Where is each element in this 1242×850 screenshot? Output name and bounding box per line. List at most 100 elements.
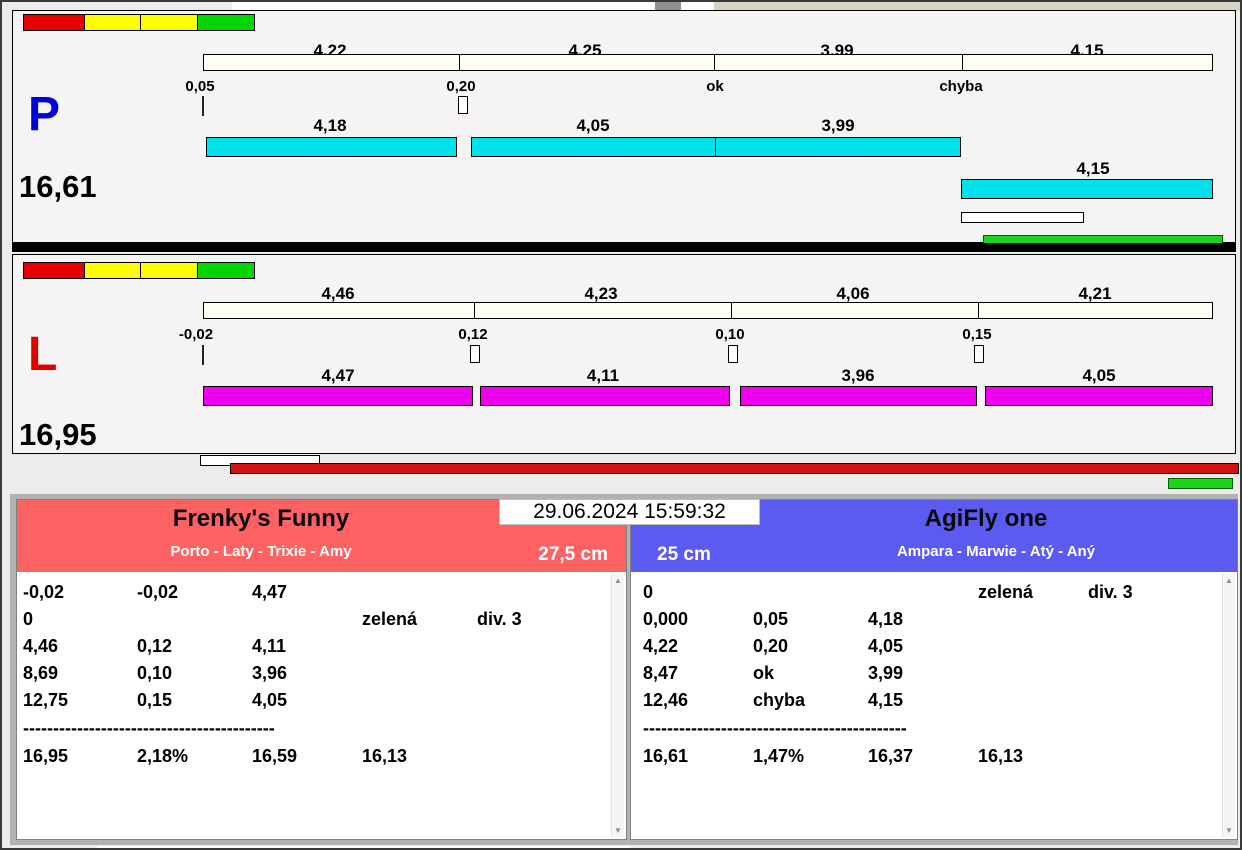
team-panel-left: Frenky's Funny Porto - Laty - Trixie - A…: [16, 499, 627, 840]
status-light-green: [197, 262, 255, 279]
scroll-down-icon[interactable]: ▼: [612, 826, 624, 835]
result-cell: ok: [753, 663, 775, 683]
tick-marker-box: [728, 345, 738, 363]
result-cell: chyba: [753, 690, 806, 710]
tick-marker-box: [458, 96, 468, 114]
run-time-label: 4,05: [576, 116, 610, 135]
run-time-label: 4,05: [1082, 366, 1116, 385]
result-cell: -0,02: [23, 582, 65, 602]
result-cell: 0,05: [753, 609, 789, 629]
summary-cell: 16,37: [868, 746, 914, 766]
status-light-yellow: [140, 14, 198, 31]
result-cell: 4,05: [252, 690, 288, 710]
result-row: 8,69 0,10 3,96: [17, 663, 610, 690]
window-bottom-fragment: [97, 846, 629, 848]
status-light-green: [197, 14, 255, 31]
scroll-up-icon[interactable]: ▲: [612, 576, 624, 585]
run-segment-bar: [480, 386, 730, 406]
separator-dashes: ----------------------------------------…: [23, 718, 275, 738]
team-members: Ampara - Marwie - Atý - Aný: [896, 543, 1096, 560]
split-time-label: 4,23: [584, 284, 618, 303]
scale-divider: [978, 303, 979, 318]
summary-cell: 1,47%: [753, 746, 805, 766]
result-row: 0 zelená div. 3: [17, 609, 610, 636]
result-cell: div. 3: [1088, 582, 1133, 602]
lane-panel-l: 4,46 4,23 4,06 4,21 -0,02 0,12 0,10 0,15…: [12, 254, 1236, 454]
result-row: 8,47 ok 3,99: [631, 663, 1221, 690]
status-light-yellow: [140, 262, 198, 279]
run-segment-bar: [471, 137, 716, 157]
status-light-yellow: [84, 262, 141, 279]
vertical-scrollbar[interactable]: ▲ ▼: [611, 574, 624, 837]
penalty-label: chyba: [939, 78, 983, 95]
tick-marker: [202, 96, 204, 116]
summary-cell: 16,61: [643, 746, 689, 766]
datetime-display: 29.06.2024 15:59:32: [499, 499, 760, 525]
result-row: 12,46 chyba 4,15: [631, 690, 1221, 717]
split-time-label: 4,21: [1078, 284, 1112, 303]
penalty-label: 0,10: [715, 326, 745, 343]
result-row: 4,22 0,20 4,05: [631, 636, 1221, 663]
penalty-label: 0,20: [446, 78, 476, 95]
run-segment-bar: [985, 386, 1213, 406]
result-row: 4,46 0,12 4,11: [17, 636, 610, 663]
vertical-scrollbar[interactable]: ▲ ▼: [1222, 574, 1235, 837]
run-time-label: 4,11: [586, 366, 620, 385]
penalty-label: -0,02: [178, 326, 214, 343]
team-results: 0 zelená div. 3 0,000 0,05 4,18 4,22 0,2…: [631, 572, 1237, 839]
scale-divider: [962, 55, 963, 70]
lane-letter: L: [28, 328, 58, 381]
scale-divider: [474, 303, 475, 318]
result-row: 0,000 0,05 4,18: [631, 609, 1221, 636]
result-cell: zelená: [362, 609, 418, 629]
result-cell: 3,96: [252, 663, 288, 683]
tick-marker: [202, 345, 204, 365]
progress-outline-bar: [961, 212, 1084, 223]
lane-letter: P: [28, 88, 61, 141]
penalty-label: 0,05: [185, 78, 215, 95]
scroll-down-icon[interactable]: ▼: [1223, 826, 1235, 835]
split-time-label: 4,06: [836, 284, 870, 303]
summary-row: 16,95 2,18% 16,59 16,13: [17, 746, 610, 773]
split-scale-bar: [203, 302, 1213, 319]
run-time-label: 4,47: [321, 366, 355, 385]
timing-app-window: 4,22 4,25 3,99 4,15 0,05 0,20 ok chyba P…: [0, 0, 1242, 850]
result-cell: 4,18: [868, 609, 904, 629]
result-cell: 12,75: [23, 690, 69, 710]
panel-divider: [12, 243, 1236, 252]
result-cell: 0,12: [137, 636, 173, 656]
run-segment-bar: [715, 137, 961, 157]
status-light-red: [23, 14, 85, 31]
result-row: 0 zelená div. 3: [631, 582, 1221, 609]
team-panel-right: AgiFly one Ampara - Marwie - Atý - Aný 2…: [630, 499, 1238, 840]
separator-row: ----------------------------------------…: [17, 718, 610, 745]
result-cell: 12,46: [643, 690, 689, 710]
team-results: -0,02 -0,02 4,47 0 zelená div. 3 4,46 0,…: [17, 572, 626, 839]
run-time-label: 4,15: [1076, 159, 1110, 178]
result-cell: 4,05: [868, 636, 904, 656]
result-cell: 4,46: [23, 636, 59, 656]
result-cell: 8,47: [643, 663, 679, 683]
result-row: -0,02 -0,02 4,47: [17, 582, 610, 609]
lane-total-time: 16,95: [19, 417, 97, 452]
scroll-up-icon[interactable]: ▲: [1223, 576, 1235, 585]
red-progress-bar: [230, 463, 1239, 474]
result-cell: zelená: [978, 582, 1034, 602]
separator-dashes: ----------------------------------------…: [643, 718, 907, 738]
result-cell: 4,11: [252, 636, 287, 656]
result-cell: 0,20: [753, 636, 789, 656]
jump-height: 27,5 cm: [538, 544, 608, 565]
tick-marker-box: [470, 345, 480, 363]
status-light-red: [23, 262, 85, 279]
penalty-label: 0,15: [962, 326, 992, 343]
run-time-label: 4,18: [313, 116, 347, 135]
scale-divider: [714, 55, 715, 70]
separator-row: ----------------------------------------…: [631, 718, 1221, 745]
result-cell: 4,47: [252, 582, 288, 602]
summary-row: 16,61 1,47% 16,37 16,13: [631, 746, 1221, 773]
result-cell: 0,15: [137, 690, 173, 710]
team-name: Frenky's Funny: [172, 505, 350, 532]
scale-divider: [459, 55, 460, 70]
summary-cell: 16,13: [978, 746, 1024, 766]
result-cell: 0,10: [137, 663, 173, 683]
